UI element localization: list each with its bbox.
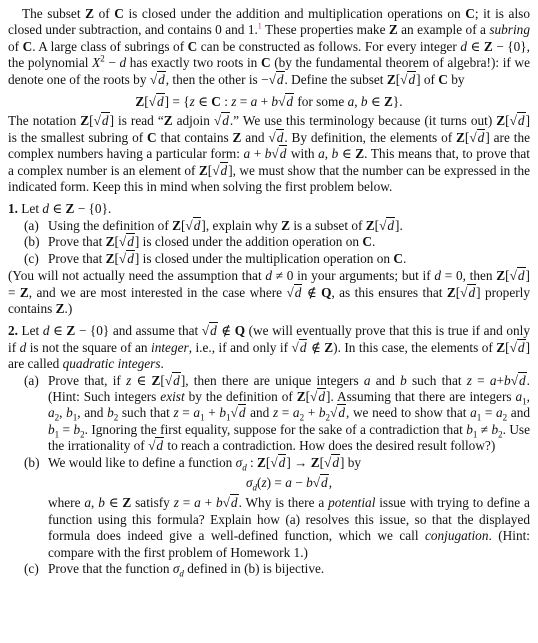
- conjugation-formula: σd(z) = a − b√d,: [245, 473, 333, 493]
- intro-paragraph: The subset Z of C is closed under the ad…: [8, 6, 531, 87]
- problem-2-part-a: (a) Prove that, if z ∈ Z[√d], then there …: [24, 371, 531, 454]
- problem-1-parts: (a) Using the definition of Z[√d], explai…: [8, 216, 530, 267]
- problem-1-note: (You will not actually need the assumpti…: [8, 267, 531, 316]
- document-page: The subset Z of C is closed under the ad…: [0, 0, 538, 643]
- problem-1-part-b: (b) Prove that Z[√d] is closed under the …: [24, 233, 376, 250]
- problem-number: 1.: [8, 201, 18, 217]
- definition-equation: Z[√d] = {z ∈ C : z = a + b√d for some a,…: [135, 93, 403, 110]
- notation-paragraph: The notation Z[√d] is read “Z adjoin √d.…: [8, 112, 530, 195]
- problem-2-lead: 2. Let d ∈ Z − {0} and assume that √d ∉ …: [8, 322, 531, 372]
- problem-2: 2. Let d ∈ Z − {0} and assume that √d ∉ …: [8, 322, 531, 579]
- problem-1-part-c: (c) Prove that Z[√d] is closed under the …: [24, 249, 407, 266]
- problem-number: 2.: [8, 323, 18, 339]
- problem-1-part-a: (a) Using the definition of Z[√d], explai…: [24, 216, 403, 233]
- problem-2-parts: (a) Prove that, if z ∈ Z[√d], then there …: [8, 371, 531, 579]
- problem-1: 1. Let d ∈ Z − {0}. (a) Using the definit…: [8, 201, 530, 317]
- problem-2-part-c: (c) Prove that the function σd defined in…: [24, 561, 325, 579]
- problem-1-lead: 1. Let d ∈ Z − {0}.: [8, 201, 112, 217]
- problem-2-part-b: (b) We would like to define a function σd…: [24, 453, 530, 560]
